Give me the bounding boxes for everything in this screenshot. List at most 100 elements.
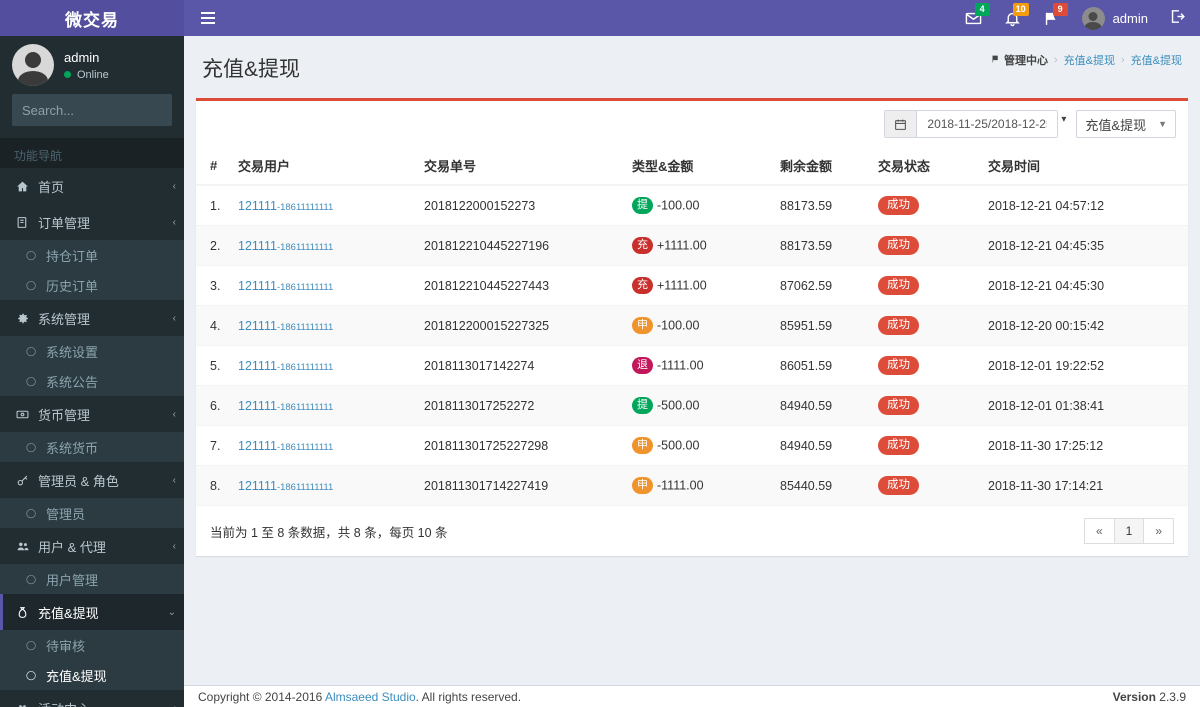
pagination-prev[interactable]: «: [1083, 518, 1115, 544]
date-range-picker[interactable]: ▾: [884, 110, 1066, 138]
cell-status: 成功: [870, 345, 980, 386]
sidebar-link-admins-roles[interactable]: 管理员 & 角色 ‹: [0, 462, 184, 498]
copyright: Copyright © 2014-2016 Almsaeed Studio. A…: [198, 690, 521, 704]
user-link[interactable]: 121111: [238, 439, 277, 453]
avatar: [12, 44, 54, 86]
sidebar-user-panel: admin Online: [0, 36, 184, 94]
status-badge: 成功: [878, 236, 919, 255]
user-link[interactable]: 121111: [238, 359, 277, 373]
content-body: ▾ 充值&提现 ▼ # 交易用户 交易单号 类型&金额 剩余: [196, 98, 1188, 556]
type-badge: 充: [632, 277, 653, 294]
user-link[interactable]: 121111: [238, 479, 277, 493]
chevron-left-icon: ‹: [172, 312, 176, 324]
column-header-type-amount: 类型&金额: [624, 147, 772, 186]
pagination-page-1[interactable]: 1: [1114, 518, 1145, 544]
user-menu[interactable]: admin: [1071, 0, 1159, 36]
amount-value: -500.00: [657, 438, 700, 453]
sidebar-sublink-admins[interactable]: ◯ 管理员: [0, 498, 184, 528]
sidebar-submenu-recharge: ◯ 待审核 ◯ 充值&提现: [0, 630, 184, 690]
breadcrumb-home[interactable]: 管理中心: [991, 52, 1048, 68]
sidebar-sublink-user-management[interactable]: ◯ 用户管理: [0, 564, 184, 594]
sidebar-link-orders[interactable]: 订单管理 ‹: [0, 204, 184, 240]
logout-icon: [1169, 8, 1186, 28]
status-badge: 成功: [878, 316, 919, 335]
caret-down-icon: ▾: [1061, 114, 1067, 125]
hamburger-icon[interactable]: [190, 0, 226, 36]
cell-balance: 85951.59: [772, 305, 870, 346]
sidebar-sublink-system-settings[interactable]: ◯ 系统设置: [0, 336, 184, 366]
table-row: 6. 121111-18611111111 2018113017252272 提 -50…: [196, 385, 1188, 426]
sidebar-submenu-system: ◯ 系统设置 ◯ 系统公告: [0, 336, 184, 396]
sidebar-sublink-system-announcements[interactable]: ◯ 系统公告: [0, 366, 184, 396]
sidebar-submenu-admins: ◯ 管理员: [0, 498, 184, 528]
cell-type-amount: 充 +1111.00: [624, 265, 772, 306]
chevron-left-icon: ‹: [172, 474, 176, 486]
cell-status: 成功: [870, 425, 980, 466]
sidebar-submenu-currency: ◯ 系统货币: [0, 432, 184, 462]
cell-balance: 86051.59: [772, 345, 870, 386]
tasks-menu[interactable]: 9: [1032, 0, 1071, 36]
breadcrumb-item-1[interactable]: 充值&提现: [1064, 52, 1115, 68]
breadcrumb-separator: ›: [1120, 54, 1125, 66]
sidebar-search-form: [0, 94, 184, 138]
sidebar-user-status: Online: [64, 69, 109, 81]
avatar: [1081, 6, 1105, 30]
studio-link[interactable]: Almsaeed Studio: [325, 690, 416, 704]
status-badge: 成功: [878, 436, 919, 455]
chevron-left-icon: ‹: [172, 216, 176, 228]
cell-status: 成功: [870, 385, 980, 426]
sidebar-item-orders: 订单管理 ‹ ◯ 持仓订单 ◯ 历史订单: [0, 204, 184, 300]
circle-icon: ◯: [26, 345, 37, 356]
cell-user: 121111-18611111111: [230, 265, 416, 306]
logout-button[interactable]: [1159, 0, 1200, 36]
search-input[interactable]: [12, 102, 184, 118]
sidebar-sublink-holding-orders[interactable]: ◯ 持仓订单: [0, 240, 184, 270]
user-link[interactable]: 121111: [238, 279, 277, 293]
cell-index: 8.: [196, 465, 230, 505]
breadcrumb-item-2[interactable]: 充值&提现: [1131, 52, 1182, 68]
cell-user: 121111-18611111111: [230, 305, 416, 346]
cell-index: 7.: [196, 425, 230, 466]
content-header: 充值&提现 管理中心 › 充值&提现 › 充值&提现: [184, 36, 1200, 98]
pagination-next[interactable]: »: [1144, 518, 1174, 544]
cell-type-amount: 退 -1111.00: [624, 345, 772, 386]
user-link[interactable]: 121111: [238, 239, 277, 253]
cell-balance: 85440.59: [772, 465, 870, 505]
circle-icon: ◯: [26, 639, 37, 650]
sidebar-link-home[interactable]: 首页 ‹: [0, 168, 184, 204]
home-icon: [16, 180, 38, 193]
brand-logo[interactable]: 微交易: [0, 0, 184, 36]
cell-order-number: 201812200015227325: [416, 305, 624, 346]
user-link[interactable]: 121111: [238, 199, 277, 213]
messages-menu[interactable]: 4: [954, 0, 993, 36]
sidebar-link-currency[interactable]: 货币管理 ‹: [0, 396, 184, 432]
cell-time: 2018-11-30 17:14:21: [980, 465, 1188, 505]
cell-type-amount: 申 -500.00: [624, 425, 772, 466]
circle-icon: ◯: [26, 375, 37, 386]
cell-balance: 84940.59: [772, 425, 870, 466]
sidebar-link-system[interactable]: 系统管理 ‹: [0, 300, 184, 336]
sidebar: admin Online 功能导航: [0, 36, 184, 707]
notifications-menu[interactable]: 10: [993, 0, 1032, 36]
sidebar-sublink-system-currency[interactable]: ◯ 系统货币: [0, 432, 184, 462]
sidebar-link-activity-center[interactable]: 活动中心 ‹: [0, 690, 184, 707]
cell-balance: 88173.59: [772, 225, 870, 266]
sidebar-link-recharge-withdraw[interactable]: 充值&提现 ⌄: [0, 594, 184, 630]
user-link[interactable]: 121111: [238, 399, 277, 413]
sidebar-link-users-agents[interactable]: 用户 & 代理 ‹: [0, 528, 184, 564]
sidebar-username: admin: [64, 49, 100, 65]
user-link[interactable]: 121111: [238, 319, 277, 333]
gift-icon: [16, 702, 38, 707]
sidebar-subitem-label: 充值&提现: [46, 668, 107, 684]
sidebar-sublink-pending-review[interactable]: ◯ 待审核: [0, 630, 184, 660]
calendar-icon: [885, 111, 918, 137]
sidebar-sublink-recharge-withdraw[interactable]: ◯ 充值&提现: [0, 660, 184, 690]
date-range-input[interactable]: [917, 111, 1058, 137]
breadcrumb: 管理中心 › 充值&提现 › 充值&提现: [991, 52, 1182, 68]
sidebar-section-header: 功能导航: [0, 138, 184, 168]
sidebar-sublink-history-orders[interactable]: ◯ 历史订单: [0, 270, 184, 300]
type-filter-select[interactable]: 充值&提现 ▼: [1076, 110, 1176, 138]
sidebar-item-label: 货币管理: [38, 407, 91, 423]
cell-user: 121111-18611111111: [230, 465, 416, 505]
sidebar-item-label: 订单管理: [38, 215, 91, 231]
